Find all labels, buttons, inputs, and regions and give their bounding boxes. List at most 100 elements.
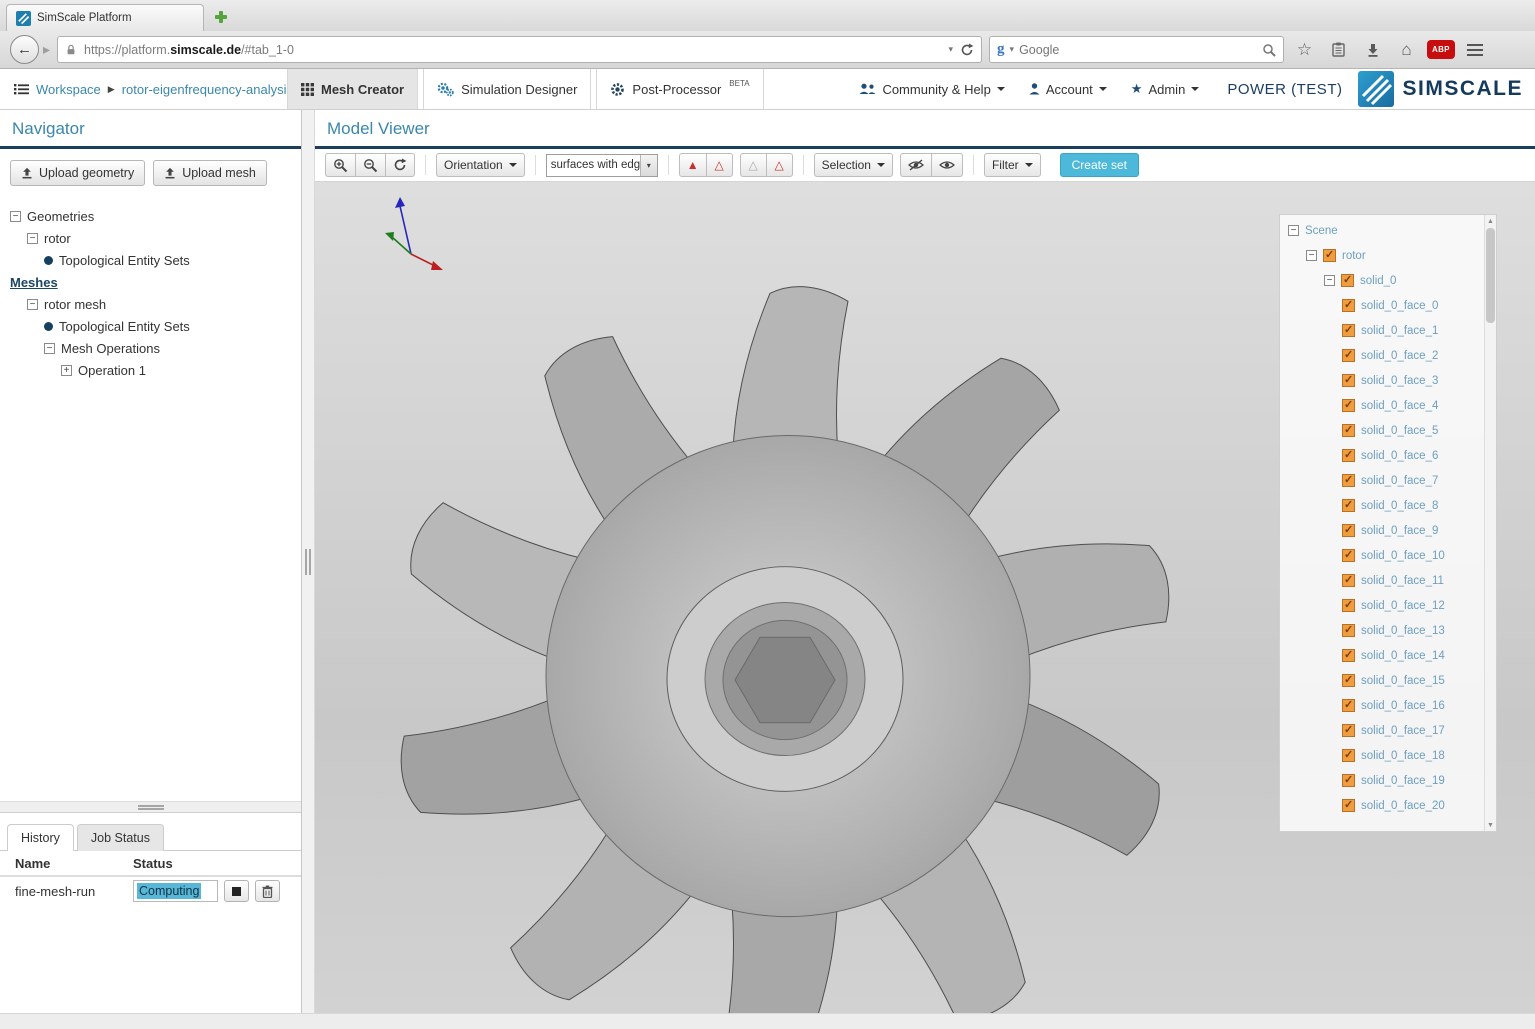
refresh-button[interactable]	[385, 153, 415, 177]
scroll-down-icon[interactable]: ▼	[1485, 819, 1496, 831]
scene-item-label[interactable]: solid_0_face_20	[1361, 800, 1445, 812]
checked-checkbox-icon[interactable]	[1342, 749, 1355, 762]
scene-item-label[interactable]: solid_0_face_16	[1361, 700, 1445, 712]
tab-job-status[interactable]: Job Status	[77, 824, 164, 851]
scene-tree-item[interactable]: solid_0_face_6	[1280, 443, 1484, 468]
scene-item-label[interactable]: solid_0_face_11	[1361, 575, 1444, 587]
tree-item-label[interactable]: rotor	[44, 231, 71, 246]
expand-icon[interactable]: +	[61, 365, 72, 376]
tree-item-label[interactable]: Operation 1	[78, 363, 146, 378]
scene-tree-item[interactable]: solid_0_face_18	[1280, 743, 1484, 768]
scene-item-label[interactable]: solid_0_face_9	[1361, 525, 1438, 537]
checked-checkbox-icon[interactable]	[1342, 799, 1355, 812]
scene-tree-item[interactable]: solid_0_face_3	[1280, 368, 1484, 393]
scene-item-label[interactable]: solid_0_face_8	[1361, 500, 1438, 512]
checked-checkbox-icon[interactable]	[1342, 549, 1355, 562]
browser-tab[interactable]: SimScale Platform	[6, 4, 204, 31]
scene-item-label[interactable]: solid_0_face_5	[1361, 425, 1438, 437]
select-arrow-icon[interactable]: ▾	[640, 155, 657, 176]
scene-scrollbar[interactable]: ▲ ▼	[1484, 215, 1496, 831]
checked-checkbox-icon[interactable]	[1342, 624, 1355, 637]
navigator-tree-item[interactable]: + Operation 1	[0, 359, 301, 381]
scene-tree-item[interactable]: solid_0_face_20	[1280, 793, 1484, 818]
downloads-icon[interactable]	[1359, 36, 1386, 63]
collapse-icon[interactable]: −	[27, 299, 38, 310]
collapse-icon[interactable]: −	[1306, 250, 1317, 261]
scene-item-label[interactable]: solid_0_face_12	[1361, 600, 1445, 612]
scene-tree-item[interactable]: solid_0_face_11	[1280, 568, 1484, 593]
checked-checkbox-icon[interactable]	[1342, 699, 1355, 712]
stop-job-button[interactable]	[224, 880, 249, 902]
menu-community-help[interactable]: Community & Help	[847, 69, 1016, 109]
scene-item-label[interactable]: solid_0_face_10	[1361, 550, 1445, 562]
collapse-icon[interactable]: −	[27, 233, 38, 244]
menu-account[interactable]: Account	[1017, 69, 1119, 109]
checked-checkbox-icon[interactable]	[1342, 349, 1355, 362]
bookmark-star-icon[interactable]: ☆	[1291, 36, 1318, 63]
marker-outline-gray-button[interactable]: △	[740, 153, 767, 177]
upload-geometry-button[interactable]: Upload geometry	[10, 160, 145, 186]
scene-tree-item[interactable]: solid_0_face_14	[1280, 643, 1484, 668]
scene-tree-item[interactable]: solid_0_face_9	[1280, 518, 1484, 543]
tab-post-processor[interactable]: Post-Processor BETA	[596, 69, 763, 109]
scene-tree-item[interactable]: solid_0_face_0	[1280, 293, 1484, 318]
tab-mesh-creator[interactable]: Mesh Creator	[287, 69, 418, 109]
tree-item-label[interactable]: rotor mesh	[44, 297, 106, 312]
forward-button[interactable]: ▸	[43, 41, 50, 58]
scene-tree-item[interactable]: solid_0_face_12	[1280, 593, 1484, 618]
scene-item-label[interactable]: solid_0_face_13	[1361, 625, 1445, 637]
tree-item-label[interactable]: Mesh Operations	[61, 341, 160, 356]
tab-history[interactable]: History	[7, 824, 74, 851]
checked-checkbox-icon[interactable]	[1342, 374, 1355, 387]
checked-checkbox-icon[interactable]	[1342, 574, 1355, 587]
scene-tree-item[interactable]: solid_0_face_8	[1280, 493, 1484, 518]
navigator-tree-item[interactable]: −rotor	[0, 227, 301, 249]
checked-checkbox-icon[interactable]	[1342, 499, 1355, 512]
project-link[interactable]: rotor-eigenfrequency-analysis	[122, 82, 293, 97]
scene-tree-item[interactable]: solid_0_face_10	[1280, 543, 1484, 568]
scene-tree-item[interactable]: solid_0_face_1	[1280, 318, 1484, 343]
scene-item-label[interactable]: solid_0_face_19	[1361, 775, 1445, 787]
navigator-tree-item[interactable]: Topological Entity Sets	[0, 315, 301, 337]
checked-checkbox-icon[interactable]	[1342, 724, 1355, 737]
scene-tree-item[interactable]: solid_0_face_19	[1280, 768, 1484, 793]
collapse-icon[interactable]: −	[10, 211, 21, 222]
show-selection-button[interactable]	[931, 153, 963, 177]
checked-checkbox-icon[interactable]	[1342, 774, 1355, 787]
menu-icon[interactable]	[1462, 36, 1489, 63]
scroll-up-icon[interactable]: ▲	[1485, 215, 1496, 227]
scene-tree-item[interactable]: solid_0_face_4	[1280, 393, 1484, 418]
scene-item-label[interactable]: solid_0_face_1	[1361, 325, 1438, 337]
collapse-icon[interactable]: −	[1288, 225, 1299, 236]
home-button[interactable]: ⌂	[1393, 36, 1420, 63]
marker-outline-red2-button[interactable]: △	[766, 153, 793, 177]
workspace-link[interactable]: Workspace	[36, 82, 101, 97]
scene-tree-item[interactable]: solid_0_face_5	[1280, 418, 1484, 443]
scene-item-label[interactable]: solid_0_face_14	[1361, 650, 1445, 662]
tree-item-label[interactable]: Topological Entity Sets	[59, 319, 190, 334]
checked-checkbox-icon[interactable]	[1342, 449, 1355, 462]
checked-checkbox-icon[interactable]	[1342, 524, 1355, 537]
scene-item-label[interactable]: solid_0	[1360, 275, 1396, 287]
new-tab-button[interactable]	[214, 10, 228, 24]
scene-item-label[interactable]: solid_0_face_3	[1361, 375, 1438, 387]
menu-admin[interactable]: ★ Admin	[1119, 69, 1212, 109]
search-engine-icon[interactable]: g	[997, 41, 1005, 58]
tree-item-label[interactable]: Topological Entity Sets	[59, 253, 190, 268]
vertical-splitter[interactable]	[302, 110, 315, 1013]
checked-checkbox-icon[interactable]	[1341, 274, 1354, 287]
navigator-tree-item[interactable]: Meshes	[0, 271, 301, 293]
scene-item-label[interactable]: solid_0_face_17	[1361, 725, 1445, 737]
create-set-button[interactable]: Create set	[1060, 153, 1139, 177]
checked-checkbox-icon[interactable]	[1342, 674, 1355, 687]
marker-outline-red-button[interactable]: △	[706, 153, 733, 177]
job-status-input[interactable]: Computing	[133, 880, 218, 902]
scene-item-label[interactable]: Scene	[1305, 225, 1338, 237]
scene-tree-item[interactable]: solid_0_face_16	[1280, 693, 1484, 718]
scene-item-label[interactable]: solid_0_face_18	[1361, 750, 1445, 762]
search-input[interactable]	[1019, 43, 1257, 57]
checked-checkbox-icon[interactable]	[1342, 424, 1355, 437]
scene-item-label[interactable]: solid_0_face_2	[1361, 350, 1438, 362]
scene-tree-item[interactable]: −solid_0	[1280, 268, 1484, 293]
checked-checkbox-icon[interactable]	[1342, 474, 1355, 487]
